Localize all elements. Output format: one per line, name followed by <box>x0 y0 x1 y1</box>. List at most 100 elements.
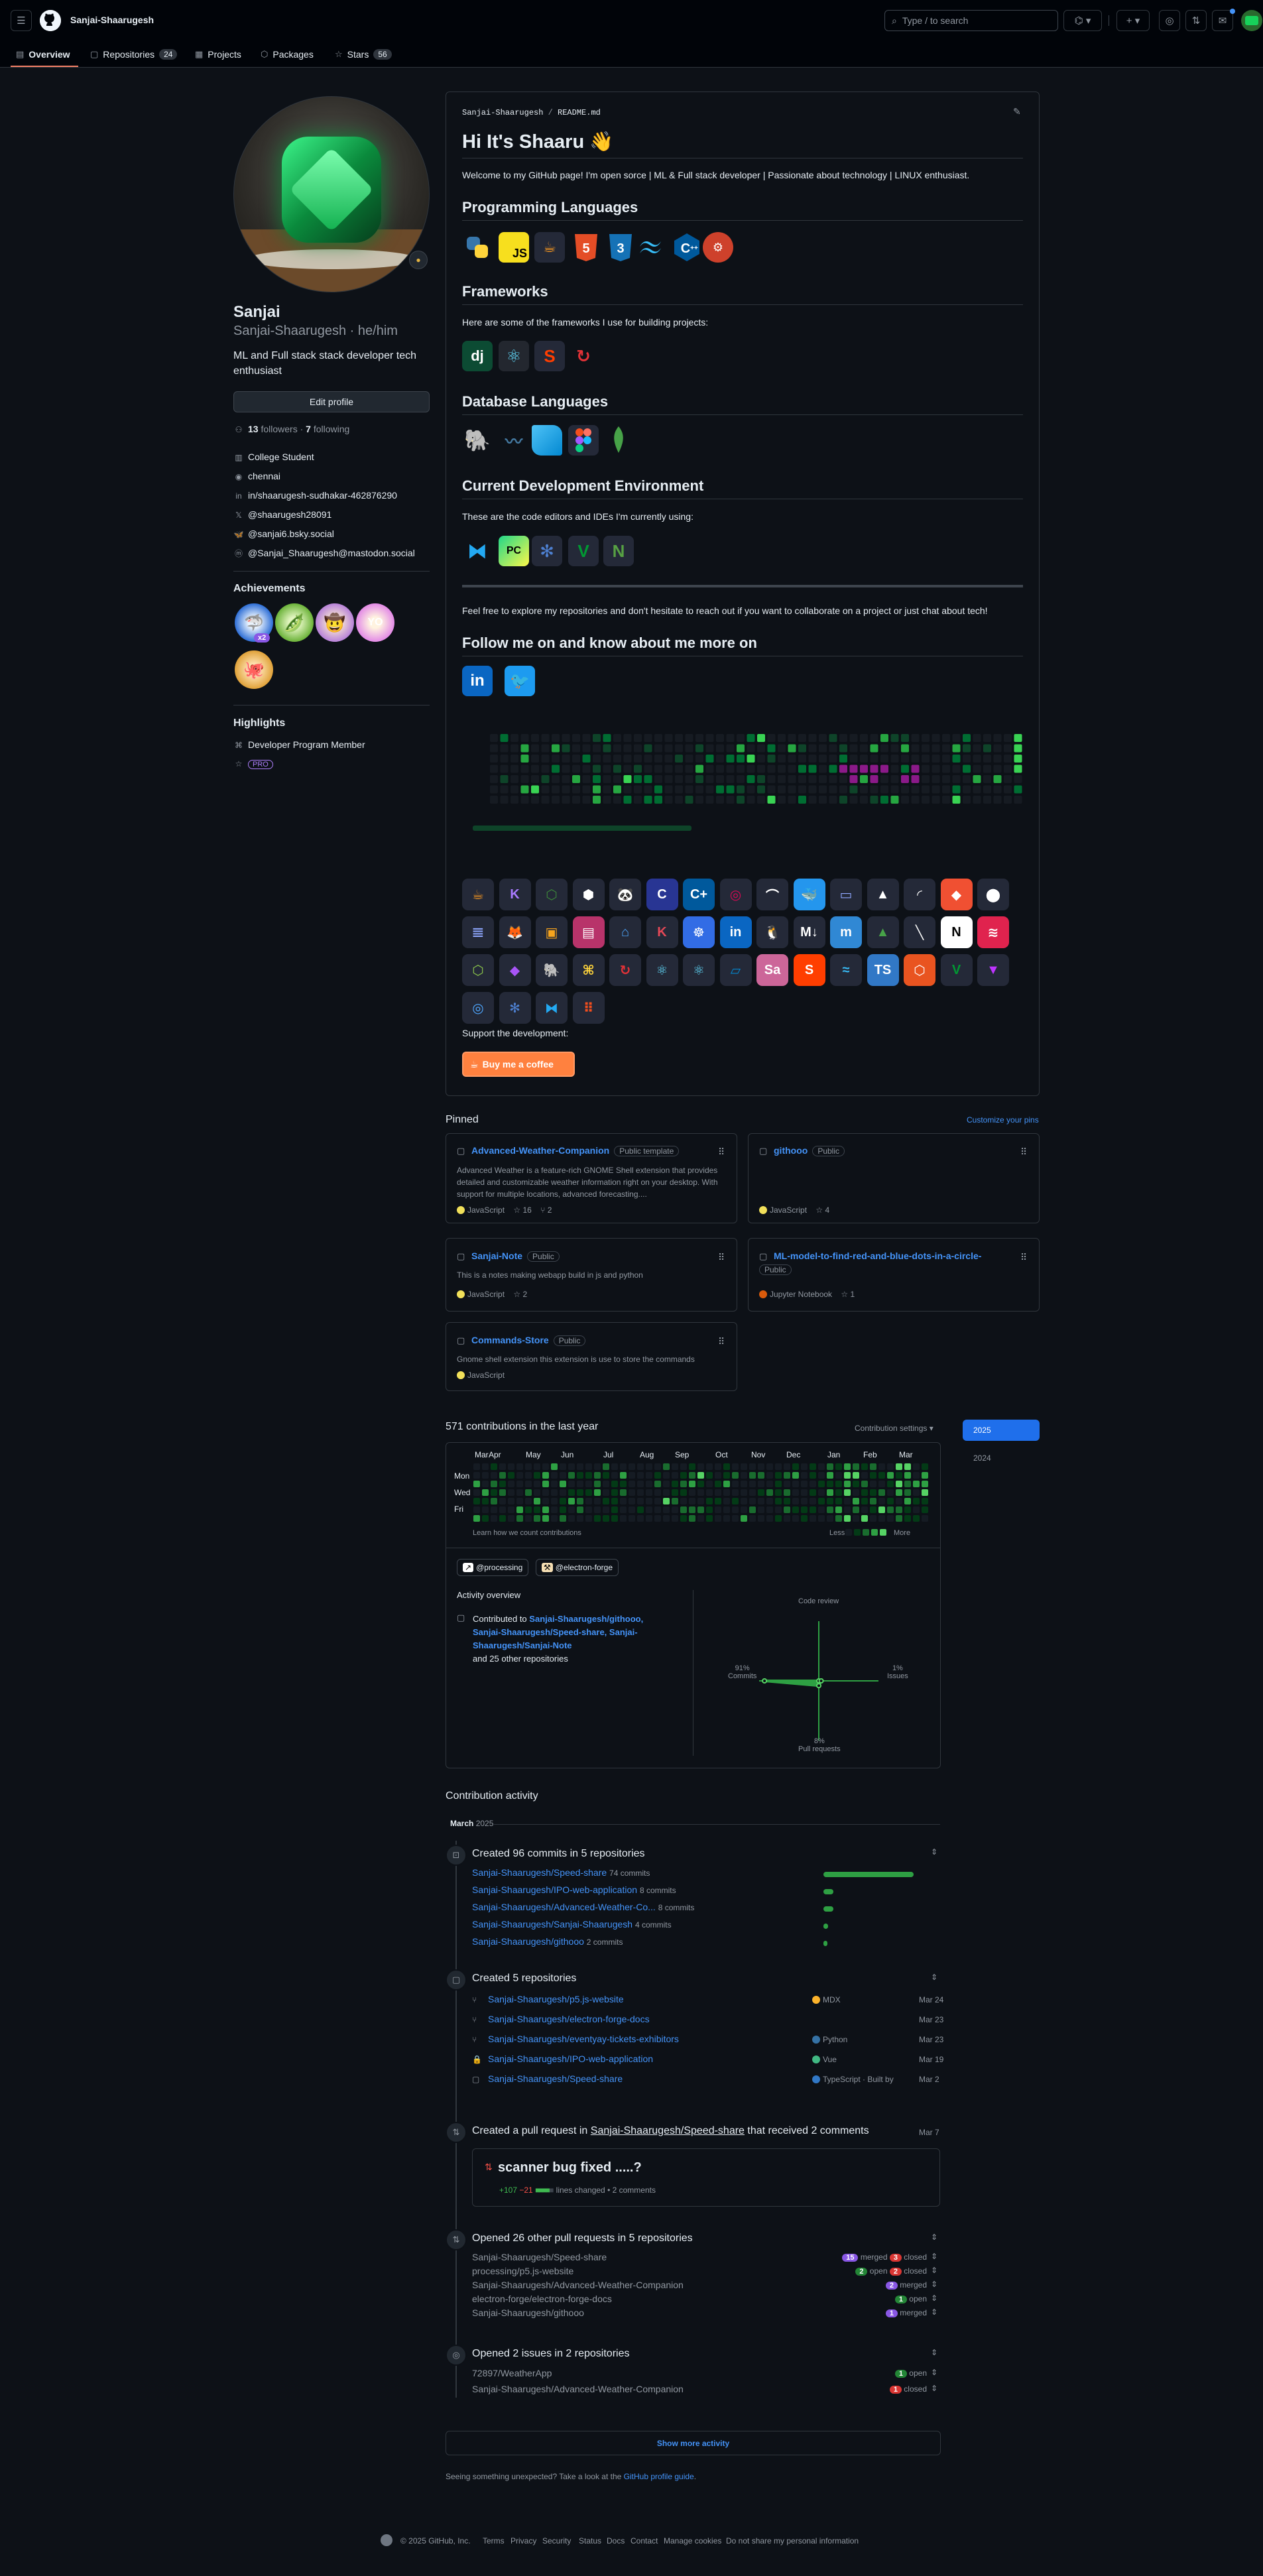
search-input[interactable]: ⌕ Type / to search <box>884 10 1058 31</box>
contribution-day[interactable] <box>663 1489 670 1496</box>
contribution-day[interactable] <box>801 1515 808 1522</box>
contribution-day[interactable] <box>801 1498 808 1504</box>
contribution-day[interactable] <box>913 1506 920 1513</box>
contribution-day[interactable] <box>853 1481 859 1487</box>
contribution-day[interactable] <box>680 1506 687 1513</box>
contribution-day[interactable] <box>801 1481 808 1487</box>
copilot-button[interactable]: ⌬ ▾ <box>1063 10 1102 31</box>
contribution-day[interactable] <box>827 1472 833 1479</box>
contribution-day[interactable] <box>620 1472 627 1479</box>
edit-profile-button[interactable]: Edit profile <box>233 391 430 412</box>
contribution-day[interactable] <box>697 1498 704 1504</box>
contribution-day[interactable] <box>810 1481 816 1487</box>
contribution-day[interactable] <box>568 1489 575 1496</box>
contribution-day[interactable] <box>680 1489 687 1496</box>
contribution-day[interactable] <box>835 1463 842 1470</box>
contribution-day[interactable] <box>672 1463 678 1470</box>
fold-icon[interactable]: ⇕ <box>931 1973 937 1982</box>
contribution-day[interactable] <box>723 1489 730 1496</box>
contribution-day[interactable] <box>749 1515 756 1522</box>
linkedin-line[interactable]: in in/shaarugesh-sudhakar-462876290 <box>233 490 397 501</box>
contribution-day[interactable] <box>732 1498 739 1504</box>
contribution-day[interactable] <box>603 1463 609 1470</box>
contribution-day[interactable] <box>551 1498 558 1504</box>
created-repo-link[interactable]: Sanjai-Shaarugesh/electron-forge-docs <box>488 2014 650 2024</box>
contribution-day[interactable] <box>758 1472 764 1479</box>
contribution-day[interactable] <box>689 1489 695 1496</box>
contribution-day[interactable] <box>508 1498 514 1504</box>
contribution-day[interactable] <box>568 1463 575 1470</box>
contribution-day[interactable] <box>741 1481 747 1487</box>
contribution-day[interactable] <box>542 1515 549 1522</box>
contribution-day[interactable] <box>861 1463 868 1470</box>
contribution-day[interactable] <box>611 1481 618 1487</box>
contribution-day[interactable] <box>594 1463 601 1470</box>
contribution-day[interactable] <box>473 1489 480 1496</box>
contribution-day[interactable] <box>801 1489 808 1496</box>
contribution-day[interactable] <box>715 1481 721 1487</box>
contribution-day[interactable] <box>758 1506 764 1513</box>
contribution-day[interactable] <box>620 1515 627 1522</box>
contribution-day[interactable] <box>715 1489 721 1496</box>
contribution-day[interactable] <box>827 1506 833 1513</box>
contribution-day[interactable] <box>620 1489 627 1496</box>
contribution-day[interactable] <box>611 1506 618 1513</box>
contribution-day[interactable] <box>818 1481 825 1487</box>
contribution-day[interactable] <box>741 1489 747 1496</box>
fold-icon[interactable]: ⇕ <box>931 2307 937 2317</box>
contribution-day[interactable] <box>878 1481 885 1487</box>
contribution-day[interactable] <box>637 1472 644 1479</box>
contribution-day[interactable] <box>835 1472 842 1479</box>
mastodon-link[interactable]: @Sanjai_Shaarugesh@mastodon.social <box>248 548 415 558</box>
contribution-day[interactable] <box>741 1472 747 1479</box>
created-repo-link[interactable]: Sanjai-Shaarugesh/eventyay-tickets-exhib… <box>488 2034 679 2044</box>
contribution-day[interactable] <box>689 1481 695 1487</box>
followers-count[interactable]: 13 <box>248 424 259 434</box>
contribution-day[interactable] <box>654 1506 661 1513</box>
contribution-day[interactable] <box>887 1481 894 1487</box>
contribution-day[interactable] <box>663 1481 670 1487</box>
contribution-day[interactable] <box>491 1506 497 1513</box>
footer-link[interactable]: Docs <box>607 2536 625 2545</box>
issues-summary[interactable]: Opened 2 issues in 2 repositories <box>472 2348 629 2360</box>
contribution-day[interactable] <box>482 1515 489 1522</box>
contribution-day[interactable] <box>629 1481 635 1487</box>
contribution-day[interactable] <box>853 1489 859 1496</box>
contribution-day[interactable] <box>887 1506 894 1513</box>
contribution-day[interactable] <box>896 1481 902 1487</box>
fold-icon[interactable]: ⇕ <box>931 1847 937 1857</box>
linkedin-icon[interactable]: in <box>462 666 493 696</box>
contribution-day[interactable] <box>611 1463 618 1470</box>
contribution-day[interactable] <box>594 1506 601 1513</box>
contribution-day[interactable] <box>870 1472 876 1479</box>
drag-handle-icon[interactable]: ⠿ <box>718 1252 725 1263</box>
contribution-day[interactable] <box>654 1498 661 1504</box>
contribution-day[interactable] <box>516 1463 523 1470</box>
contribution-day[interactable] <box>870 1489 876 1496</box>
contribution-day[interactable] <box>663 1463 670 1470</box>
contribution-day[interactable] <box>629 1489 635 1496</box>
pr-repo-link[interactable]: electron-forge/electron-forge-docs <box>472 2294 612 2304</box>
contribution-day[interactable] <box>697 1506 704 1513</box>
contribution-day[interactable] <box>654 1463 661 1470</box>
contribution-day[interactable] <box>844 1463 851 1470</box>
contribution-day[interactable] <box>689 1515 695 1522</box>
contribution-day[interactable] <box>508 1515 514 1522</box>
contribution-day[interactable] <box>741 1506 747 1513</box>
contribution-day[interactable] <box>585 1481 592 1487</box>
contribution-day[interactable] <box>775 1515 782 1522</box>
contribution-day[interactable] <box>904 1498 911 1504</box>
created-repo-link[interactable]: Sanjai-Shaarugesh/p5.js-website <box>488 1994 624 2004</box>
contribution-day[interactable] <box>922 1472 928 1479</box>
footer-link[interactable]: Status <box>579 2536 601 2545</box>
contribution-day[interactable] <box>534 1498 540 1504</box>
contribution-day[interactable] <box>896 1463 902 1470</box>
contribution-day[interactable] <box>585 1489 592 1496</box>
contribution-day[interactable] <box>723 1472 730 1479</box>
contribution-day[interactable] <box>792 1515 799 1522</box>
contribution-day[interactable] <box>715 1506 721 1513</box>
contribution-day[interactable] <box>689 1472 695 1479</box>
contribution-day[interactable] <box>896 1472 902 1479</box>
contribution-day[interactable] <box>913 1472 920 1479</box>
contribution-day[interactable] <box>784 1463 790 1470</box>
